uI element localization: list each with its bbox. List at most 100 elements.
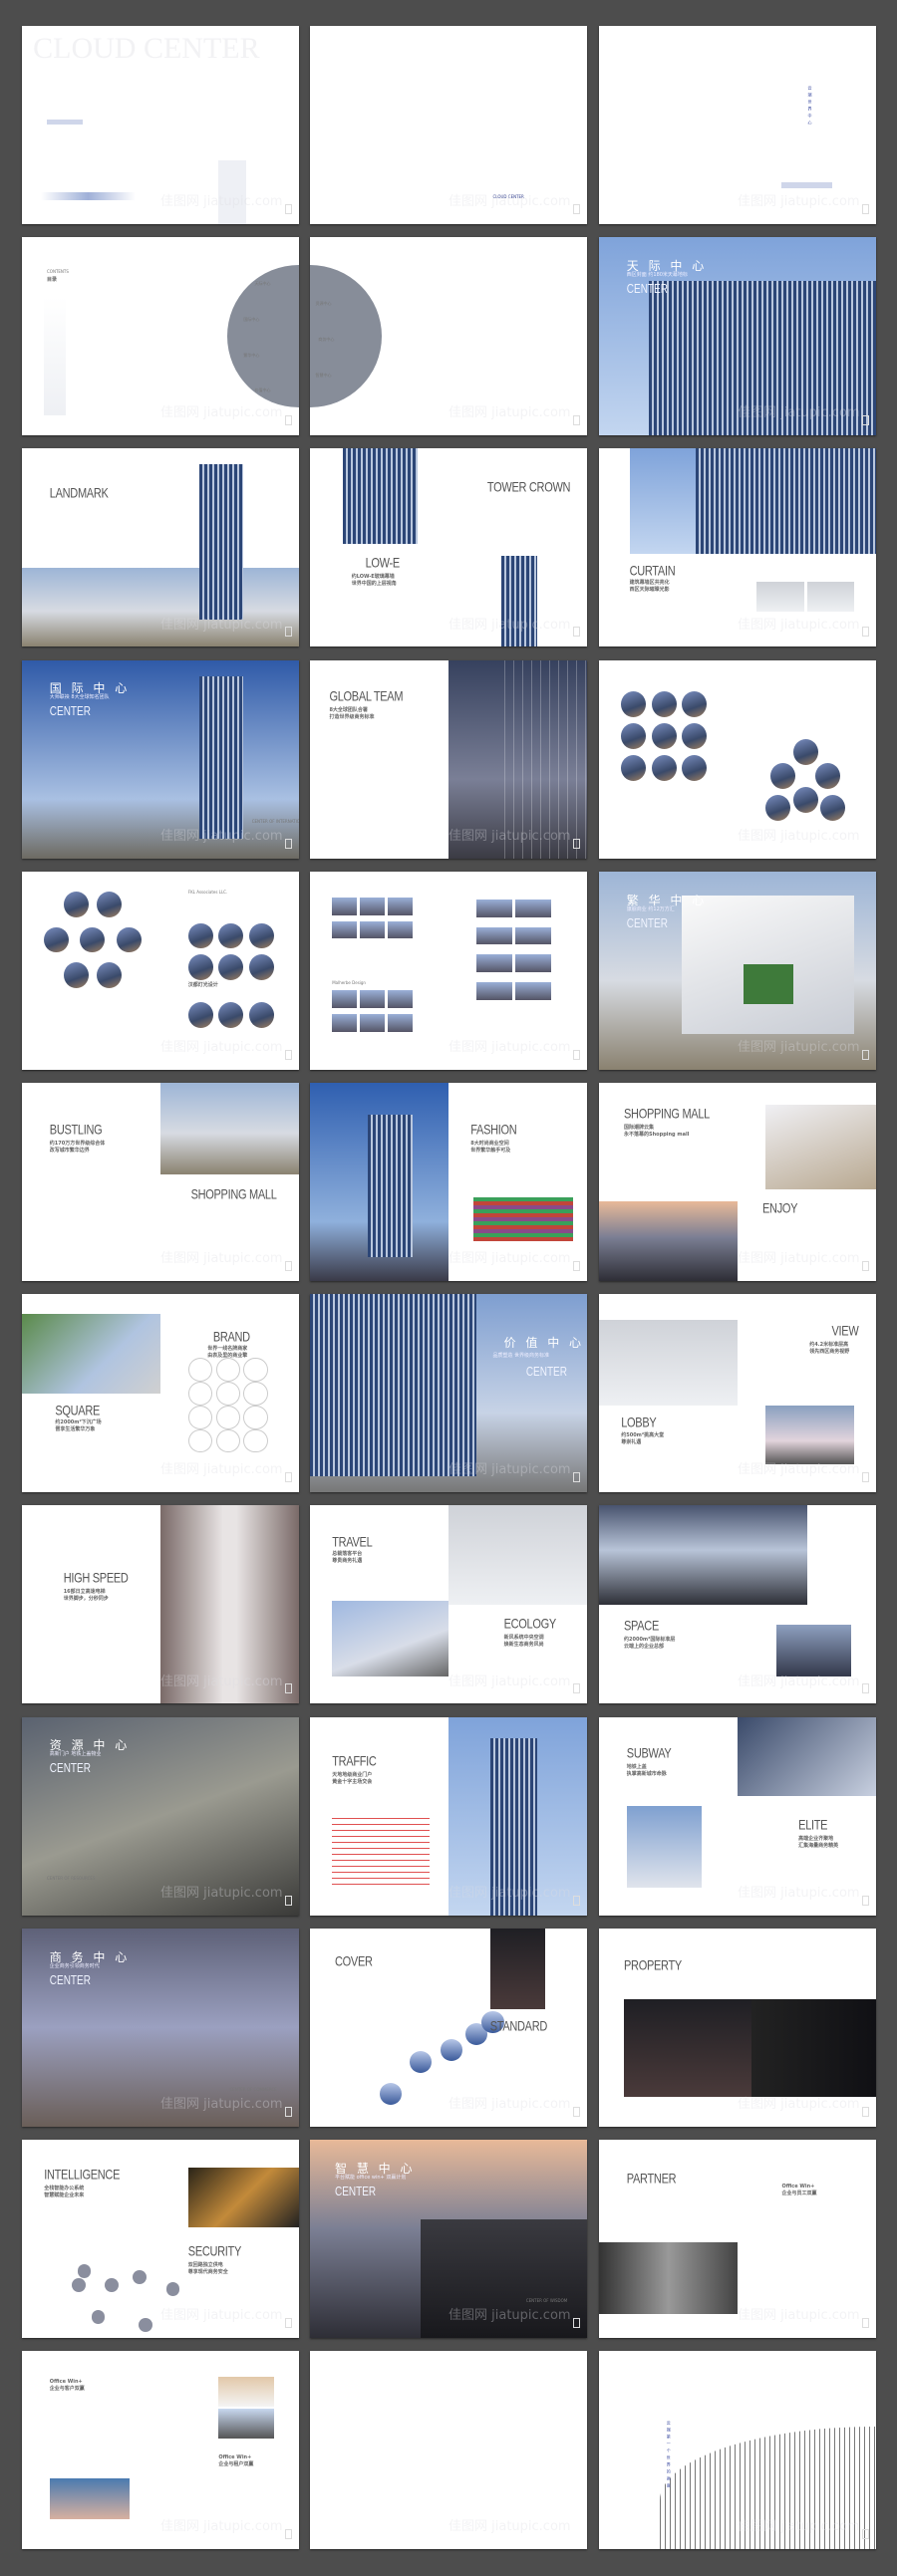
page-text: VIEW [831, 1324, 859, 1340]
circular-photo [770, 763, 796, 789]
brochure-page[interactable]: CONTENTS 目录 天际中心 国际中心 繁华中心 价值中心 佳图网 jiatupic.c… [22, 237, 299, 436]
page-text: 价 值 中 心 [503, 1335, 585, 1350]
brochure-page[interactable]: PROPERTY 佳图网 jiatupic.com [599, 1928, 876, 2127]
page-text: 高端企业齐聚地 汇集海量商务精英 [798, 1835, 839, 1849]
page-text: TRAVEL [332, 1535, 373, 1551]
page-image [368, 1114, 413, 1258]
page-text: 汉都灯光设计 [187, 982, 218, 989]
brand-logo-icon [243, 1428, 268, 1453]
page-text: 高新门户 地铁上盖物业 [49, 1751, 102, 1758]
page-image [22, 1314, 160, 1394]
page-image [160, 1505, 299, 1704]
watermark-text: 佳图网 jiatupic.com [448, 194, 571, 210]
page-text: 8大全球团队合署 打造世界级商务标准 [329, 707, 375, 721]
brochure-page[interactable]: TOWER CROWN LOW-E 约LOW-E玻璃幕墙 世界中国的上层视角 佳图网 … [310, 448, 587, 647]
watermark-text: 佳图网 jiatupic.com [738, 828, 860, 844]
brochure-page[interactable]: BRAND 世界一线名牌商家 由表及里的商业擎 SQUARE 约2000m²下沉广场 … [22, 1294, 299, 1493]
brochure-page[interactable]: FASHION 8大时尚商业空间 世界繁华触手可及 佳图网 jiatupic.com [310, 1083, 587, 1281]
brochure-page[interactable]: 云端第一个世界的高度 佳图网 jiatupic.com [599, 2351, 876, 2550]
page-text: CENTER OF RESOURCES [47, 1875, 96, 1881]
page-image [599, 1505, 807, 1605]
brochure-page[interactable]: FKL Associates LLC. 汉都灯光设计 佳图网 jiatupic.co… [22, 871, 299, 1070]
brochure-page[interactable]: CLOUD CENTER 佳图网 jiatupic.com [22, 26, 299, 224]
page-number-icon [285, 1261, 292, 1271]
brochure-page[interactable]: TRAVEL 总裁落客平台 尊贵商务礼遇 ECOLOGY 新风系统中央空调 焕新生态商… [310, 1505, 587, 1704]
brochure-page[interactable]: COVER STANDARD 佳图网 jiatupic.com [310, 1928, 587, 2127]
page-image [626, 1806, 702, 1888]
page-number-icon [862, 1261, 869, 1271]
page-text: CENTER OF COMMERCE [229, 2086, 277, 2092]
thumbnail-photo [514, 926, 551, 945]
circular-photo [97, 962, 123, 989]
page-text: SPACE [624, 1618, 659, 1634]
brochure-page[interactable]: 云端世界中心 佳图网 jiatupic.com [599, 26, 876, 224]
brochure-page[interactable]: BUSTLING 约170万方世界级综合体 改写城市繁华边界 SHOPPING MA… [22, 1083, 299, 1281]
brochure-page[interactable]: LANDMARK 佳图网 jiatupic.com [22, 448, 299, 647]
thumbnail-photo [387, 990, 413, 1009]
brochure-page[interactable]: SUBWAY 地铁上盖 执掌高新城市命脉 ELITE 高端企业齐聚地 汇集海量商务精英… [599, 1716, 876, 1916]
brochure-page[interactable]: 佳图网 jiatupic.com [599, 659, 876, 859]
brochure-page[interactable]: GLOBAL TEAM 8大全球团队合署 打造世界级商务标准 佳图网 jiatupi… [310, 659, 587, 859]
thumbnail-photo [360, 920, 386, 939]
thumbnail-photo [387, 1014, 413, 1032]
page-image [599, 1320, 738, 1406]
page-text: COVER [335, 1953, 373, 1969]
page-image [218, 160, 247, 224]
page-image [649, 280, 876, 436]
watermark-text: 佳图网 jiatupic.com [448, 405, 571, 421]
brochure-page[interactable]: PARTNER Office Win+ 企业与员工双赢 佳图网 jiatupic.c… [599, 2140, 876, 2338]
thumbnail-photo [475, 954, 512, 973]
network-node-icon [77, 2264, 92, 2279]
page-number-icon [862, 2318, 869, 2328]
thumbnail-photo [387, 920, 413, 939]
brochure-page[interactable]: 资 源 中 心高新门户 地铁上盖物业 CENTER CENTER OF RESOUR… [22, 1716, 299, 1916]
page-image [738, 1716, 876, 1797]
brochure-page[interactable]: CURTAIN 建筑幕墙区共亮化 西区天际璀璨光影 佳图网 jiatupic.com [599, 448, 876, 647]
brochure-page[interactable]: Office Win+ 企业与客户双赢 Office Win+ 企业与租户双赢 佳图… [22, 2351, 299, 2550]
brochure-page[interactable]: 商 务 中 心企业商务引领商务时代 CENTER CENTER OF COMMERC… [22, 1928, 299, 2127]
brochure-page[interactable]: 繁 华 中 心旗舰商业 约12万方汇 CENTER 佳图网 jiatupic.com [599, 871, 876, 1070]
page-text: Office Win+ 企业与租户双赢 [218, 2453, 254, 2467]
brochure-page[interactable]: Malherbe Design 佳图网 jiatupic.com [310, 871, 587, 1070]
page-image [218, 2377, 274, 2407]
page-text: 世界一线名牌商家 由表及里的商业擎 [207, 1345, 248, 1359]
brochure-page[interactable]: SHOPPING MALL 国际潮牌云集 永不落幕的Shopping mall EN… [599, 1083, 876, 1281]
page-image [756, 581, 804, 612]
page-image [599, 2242, 738, 2315]
watermark-text: 佳图网 jiatupic.com [738, 2308, 860, 2324]
page-text: 商务中心 [318, 336, 335, 342]
thumbnail-photo [332, 920, 358, 939]
page-number-icon [573, 1683, 580, 1694]
page-text: BUSTLING [49, 1122, 103, 1138]
brochure-page[interactable]: 资源中心 商务中心 智慧中心 佳图网 jiatupic.com [310, 237, 587, 436]
brochure-page[interactable]: 天 际 中 心西区封面 约180米天幕地标 CENTER 佳图网 jiatupic.… [599, 237, 876, 436]
page-text: CENTER OF WISDOM [525, 2298, 568, 2304]
circular-photo [248, 954, 274, 981]
brochure-page[interactable]: CLOUD CENTER 佳图网 jiatupic.com [310, 26, 587, 224]
brochure-page[interactable]: 国 际 中 心大师联袂 8大全球知名团队 CENTER CENTER OF INTE… [22, 659, 299, 859]
page-image [310, 1294, 476, 1477]
brochure-page[interactable]: HIGH SPEED 16部日立高速电梯 世界脚步，分秒同步 佳图网 jiatupi… [22, 1505, 299, 1704]
network-node-icon [105, 2278, 120, 2293]
page-number-icon [285, 2318, 292, 2328]
page-text: 全栈智能办公系统 智慧赋能企业未来 [44, 2185, 85, 2198]
brochure-page[interactable]: 价 值 中 心品质塑造 世界级商务标准 CENTER 佳图网 jiatupic.co… [310, 1294, 587, 1493]
page-image [198, 675, 244, 839]
brochure-page[interactable]: TRAFFIC 天地地级商业门户 黄金十字主场交会 佳图网 jiatupic.com [310, 1716, 587, 1916]
brochure-page[interactable]: VIEW 约4.2米标准层高 领先西区商务视野 LOBBY 约500m²挑高大堂 尊崇… [599, 1294, 876, 1493]
page-text: 大师联袂 8大全球知名团队 [49, 694, 110, 701]
page-text: FASHION [470, 1122, 517, 1138]
page-text: 价值中心 [254, 387, 271, 393]
page-text: 建筑幕墙区共亮化 西区天际璀璨光影 [629, 579, 670, 593]
page-text: INTELLIGENCE [44, 2167, 121, 2183]
page-number-icon [573, 204, 580, 214]
thumbnail-photo [514, 982, 551, 1001]
page-image [489, 1928, 546, 2010]
page-text: ENJOY [762, 1201, 798, 1217]
page-number-icon [862, 204, 869, 214]
brochure-page[interactable]: 佳图网 jiatupic.com [310, 2351, 587, 2550]
brochure-page[interactable]: 智 慧 中 心平台赋能 office win+ 双赢计划 CENTER CENTER… [310, 2140, 587, 2338]
brochure-page[interactable]: INTELLIGENCE 全栈智能办公系统 智慧赋能企业未来 SECURITY 双回路… [22, 2140, 299, 2338]
brochure-page[interactable]: SPACE 约2000m²国际标准层 云端上的企业总部 佳图网 jiatupic.c… [599, 1505, 876, 1704]
page-text: CENTER [626, 916, 668, 931]
